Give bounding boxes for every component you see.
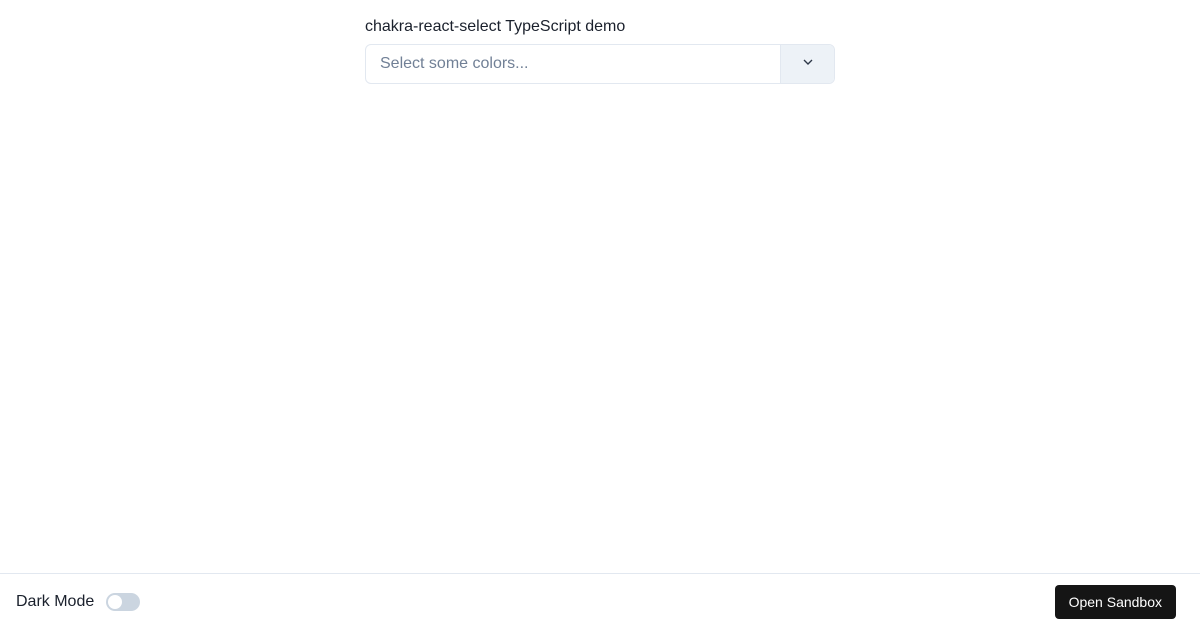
footer: Dark Mode Open Sandbox bbox=[0, 573, 1200, 630]
dark-mode-control: Dark Mode bbox=[16, 593, 140, 611]
select-placeholder[interactable]: Select some colors... bbox=[366, 45, 780, 83]
form-block: chakra-react-select TypeScript demo Sele… bbox=[365, 18, 835, 84]
chevron-down-icon bbox=[800, 54, 816, 75]
open-sandbox-button[interactable]: Open Sandbox bbox=[1055, 585, 1176, 619]
select-label: chakra-react-select TypeScript demo bbox=[365, 18, 835, 36]
color-multiselect[interactable]: Select some colors... bbox=[365, 44, 835, 84]
dark-mode-label: Dark Mode bbox=[16, 593, 94, 611]
dark-mode-toggle[interactable] bbox=[106, 593, 140, 611]
main-content: chakra-react-select TypeScript demo Sele… bbox=[0, 0, 1200, 84]
toggle-thumb bbox=[108, 595, 122, 609]
select-dropdown-indicator[interactable] bbox=[780, 45, 834, 83]
